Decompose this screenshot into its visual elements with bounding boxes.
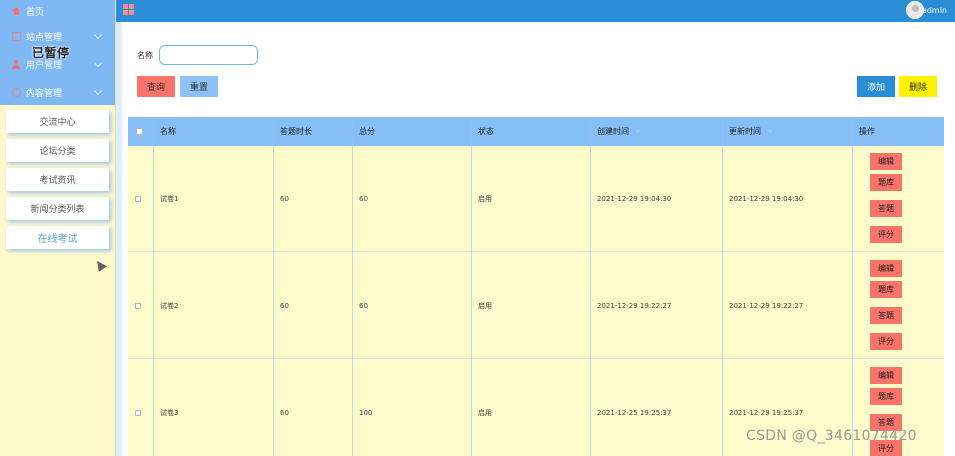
row-checkbox[interactable] <box>135 302 141 309</box>
submenu-item-exchange-center[interactable]: 交流中心 <box>6 110 109 133</box>
question-bank-button[interactable]: 题库 <box>870 388 902 405</box>
username[interactable]: admin <box>922 6 947 15</box>
column-header-label: 更新时间 <box>729 127 761 136</box>
row-checkbox[interactable] <box>135 409 141 416</box>
mouse-cursor-icon <box>93 258 107 272</box>
answer-button[interactable]: 答题 <box>870 200 902 217</box>
watermark: CSDN @Q_3461074420 <box>746 428 917 444</box>
cell-updated: 2021-12-29 19:25:37 <box>729 408 804 417</box>
cell-status: 启用 <box>478 408 492 417</box>
submenu-item-forum-category[interactable]: 论坛分类 <box>6 139 109 162</box>
table-header: 名称 答题时长 总分 状态 创建时间 更新时间 操作 <box>128 117 944 146</box>
column-divider <box>722 117 723 456</box>
search-input[interactable] <box>159 45 258 65</box>
select-all-checkbox-cell <box>130 117 143 146</box>
table-row: 试卷1 60 60 启用 2021-12-29 19:04:30 2021-12… <box>128 146 944 252</box>
column-header-status: 状态 <box>472 117 494 146</box>
column-header-updated[interactable]: 更新时间 <box>723 117 773 146</box>
edit-button[interactable]: 编辑 <box>870 153 902 170</box>
paused-overlay: 已暂停 <box>32 46 70 60</box>
column-divider <box>590 117 591 456</box>
add-button[interactable]: 添加 <box>857 76 895 97</box>
site-icon <box>12 31 21 41</box>
column-divider <box>471 117 472 456</box>
home-icon <box>12 6 21 16</box>
column-header-label: 答题时长 <box>280 127 312 136</box>
submenu-item-online-exam[interactable]: 在线考试 <box>6 226 109 249</box>
content-icon <box>12 87 21 97</box>
query-button[interactable]: 查询 <box>137 76 175 97</box>
column-header-created[interactable]: 创建时间 <box>591 117 641 146</box>
cell-name: 试卷2 <box>160 301 179 310</box>
sidebar: 首页 站点管理 用户管理 内容管理 交流中心 论坛分类 考试资讯 新闻分类列表 … <box>0 0 116 456</box>
column-header-total: 总分 <box>353 117 375 146</box>
column-header-label: 总分 <box>359 127 375 136</box>
cell-total: 60 <box>359 194 368 203</box>
cell-created: 2021-12-29 19:22:27 <box>597 301 672 310</box>
column-header-label: 名称 <box>160 127 176 136</box>
cell-name: 试卷3 <box>160 408 179 417</box>
column-header-label: 创建时间 <box>597 127 629 136</box>
data-table: 名称 答题时长 总分 状态 创建时间 更新时间 操作 试卷1 60 60 启用 … <box>128 117 944 456</box>
cell-updated: 2021-12-29 19:22:27 <box>729 301 804 310</box>
chevron-down-icon <box>93 30 103 40</box>
cell-created: 2021-12-25 19:25:37 <box>597 408 672 417</box>
sidebar-item-label: 内容管理 <box>26 88 63 99</box>
sidebar-item-label: 站点管理 <box>26 32 63 43</box>
cell-total: 100 <box>359 408 373 417</box>
edit-button[interactable]: 编辑 <box>870 260 902 277</box>
question-bank-button[interactable]: 题库 <box>870 174 902 191</box>
column-divider <box>273 117 274 456</box>
row-checkbox[interactable] <box>135 195 141 202</box>
reset-button[interactable]: 重置 <box>180 76 218 97</box>
cell-created: 2021-12-29 19:04:30 <box>597 194 672 203</box>
sort-icon[interactable] <box>767 129 773 134</box>
cell-status: 启用 <box>478 194 492 203</box>
cell-status: 启用 <box>478 301 492 310</box>
search-label: 名称 <box>137 51 153 60</box>
column-divider <box>852 117 853 456</box>
column-header-duration: 答题时长 <box>274 117 312 146</box>
cell-duration: 60 <box>280 301 289 310</box>
sort-icon[interactable] <box>635 129 641 134</box>
grade-button[interactable]: 评分 <box>870 333 902 350</box>
select-all-checkbox[interactable] <box>136 128 143 135</box>
cell-duration: 60 <box>280 194 289 203</box>
chevron-down-icon <box>93 58 103 68</box>
column-divider <box>352 117 353 456</box>
cell-total: 60 <box>359 301 368 310</box>
sidebar-item-label: 首页 <box>26 7 45 18</box>
edit-button[interactable]: 编辑 <box>870 367 902 384</box>
sidebar-submenu: 交流中心 论坛分类 考试资讯 新闻分类列表 在线考试 <box>0 105 115 249</box>
column-header-label: 操作 <box>859 127 875 136</box>
column-header-actions: 操作 <box>853 117 875 146</box>
chevron-down-icon <box>93 86 103 96</box>
answer-button[interactable]: 答题 <box>870 307 902 324</box>
sidebar-item-content-management[interactable]: 内容管理 <box>0 78 115 106</box>
table-row: 试卷2 60 60 启用 2021-12-29 19:22:27 2021-12… <box>128 253 944 359</box>
column-header-name: 名称 <box>154 117 176 146</box>
cell-duration: 60 <box>280 408 289 417</box>
column-divider <box>153 117 154 456</box>
delete-button[interactable]: 删除 <box>899 76 937 97</box>
grade-button[interactable]: 评分 <box>870 226 902 243</box>
submenu-item-news-category-list[interactable]: 新闻分类列表 <box>6 197 109 220</box>
sidebar-item-home[interactable]: 首页 <box>0 0 115 22</box>
question-bank-button[interactable]: 题库 <box>870 281 902 298</box>
top-bar: admin <box>116 0 955 22</box>
cell-updated: 2021-12-29 19:04:30 <box>729 194 804 203</box>
cell-name: 试卷1 <box>160 194 179 203</box>
user-icon <box>12 59 21 69</box>
column-header-label: 状态 <box>478 127 494 136</box>
content-divider <box>116 22 122 456</box>
submenu-item-exam-news[interactable]: 考试资讯 <box>6 168 109 191</box>
grid-menu-icon[interactable] <box>123 4 134 15</box>
